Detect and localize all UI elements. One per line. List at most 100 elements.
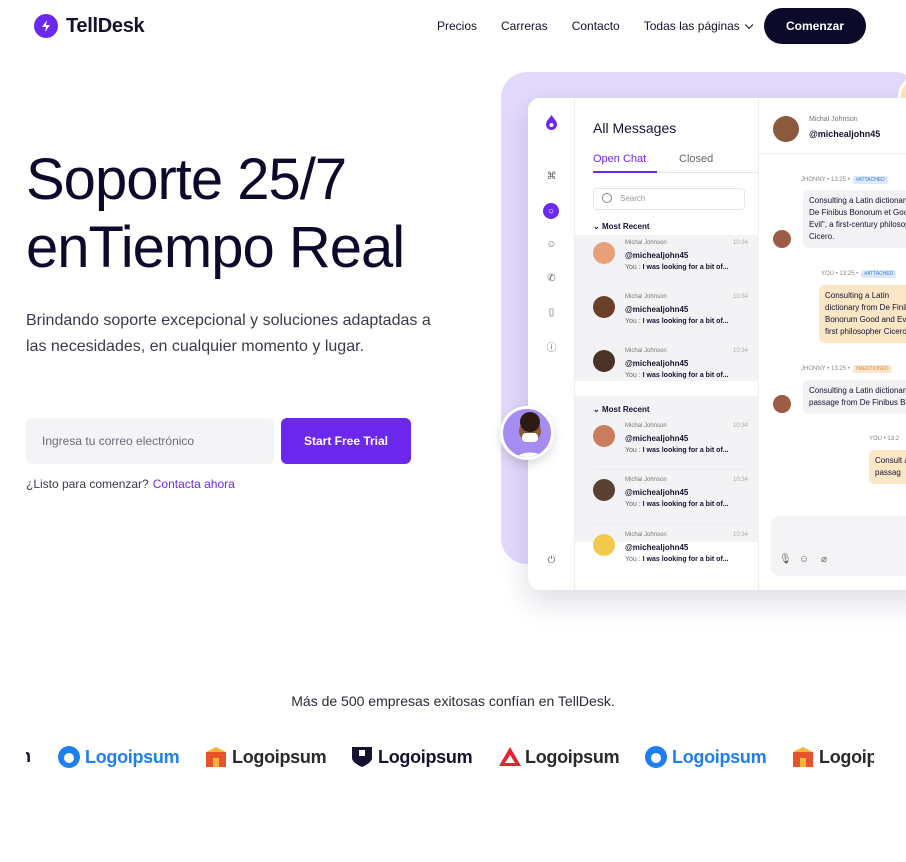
- nav-link-carreras[interactable]: Carreras: [501, 19, 548, 33]
- list-item[interactable]: Michal Johnson @michealjohn45 You : I wa…: [593, 421, 748, 465]
- red-triangle-icon: [498, 746, 521, 768]
- orange-house-icon: [792, 746, 814, 768]
- partner-logo: Logoipsum: [645, 746, 767, 768]
- mentioned-tag: #MENTIONED: [852, 365, 892, 373]
- email-input[interactable]: [26, 418, 274, 464]
- avatar: [593, 350, 615, 372]
- avatar: [593, 296, 615, 318]
- tab-closed[interactable]: Closed: [679, 153, 713, 165]
- info-icon[interactable]: ⓘ: [545, 340, 558, 354]
- chat-header: Michal Johnson @michealjohn45: [759, 98, 906, 154]
- contact-name: Michal Johnson: [625, 423, 667, 429]
- avatar: [773, 116, 799, 142]
- hero-title-line2a: en: [26, 215, 90, 280]
- avatar: [773, 230, 791, 248]
- partner-logo: Logoipsum: [205, 746, 327, 768]
- floating-avatar: [500, 406, 554, 460]
- section-label: Most Recent: [601, 405, 650, 414]
- message-meta: JHONNY • 13:25 • #ATTACHED: [801, 176, 888, 184]
- message-list-panel: All Messages Open Chat Closed Search ⌄ M…: [575, 98, 759, 590]
- preview-text: I was looking for a bit of...: [642, 264, 729, 271]
- dark-shield-icon: [351, 746, 373, 768]
- brand-logo[interactable]: TellDesk: [34, 14, 145, 38]
- chat-panel: Michal Johnson @michealjohn45 JHONNY • 1…: [759, 98, 906, 590]
- meta-text: JHONNY • 13:25 •: [801, 177, 850, 183]
- message-search-input[interactable]: Search: [593, 188, 745, 210]
- nav-link-contacto[interactable]: Contacto: [572, 19, 620, 33]
- grid-icon[interactable]: ⌘: [545, 170, 558, 183]
- preview-text: I was looking for a bit of...: [642, 447, 729, 454]
- message-preview: You : I was looking for a bit of...: [625, 501, 729, 508]
- contact-name: Michal Johnson: [625, 240, 667, 246]
- brand-name: TellDesk: [66, 14, 145, 37]
- avatar: [593, 479, 615, 501]
- contact-name: Michal Johnson: [625, 477, 667, 483]
- logo-label: Logoipsum: [232, 746, 327, 767]
- contact-handle: @michealjohn45: [625, 359, 689, 368]
- list-item[interactable]: Michal Johnson @michealjohn45 You : I wa…: [593, 238, 748, 282]
- attached-tag: #ATTACHED: [852, 176, 888, 184]
- all-messages-title: All Messages: [593, 120, 677, 136]
- blue-circle-icon: [58, 746, 80, 768]
- section-most-recent-1[interactable]: ⌄ Most Recent: [593, 222, 650, 231]
- preview-text: I was looking for a bit of...: [642, 318, 729, 325]
- outgoing-bubble: Consult a passag: [869, 450, 906, 484]
- logo-label: Logoipsum: [85, 746, 180, 767]
- chat-input[interactable]: 🎙 ☺ ⌀: [771, 516, 906, 576]
- list-item[interactable]: Michal Johnson @michealjohn45 You : I wa…: [593, 475, 748, 519]
- partner-logo: n: [26, 746, 31, 767]
- list-item[interactable]: Michal Johnson @michealjohn45 You : I wa…: [593, 346, 748, 390]
- meta-text: YOU • 13:25 •: [821, 271, 859, 277]
- nav-cta-button[interactable]: Comenzar: [764, 8, 866, 44]
- message-preview: You : I was looking for a bit of...: [625, 318, 729, 325]
- tab-open-chat[interactable]: Open Chat: [593, 153, 646, 165]
- contact-handle: @michealjohn45: [625, 434, 689, 443]
- bookmark-icon[interactable]: ▯: [545, 306, 558, 319]
- attached-tag: #ATTACHED: [861, 270, 897, 278]
- message-time: 10:34: [732, 477, 748, 483]
- preview-you: You :: [625, 556, 641, 563]
- start-trial-button[interactable]: Start Free Trial: [281, 418, 411, 464]
- contact-link[interactable]: Contacta ahora: [153, 477, 235, 491]
- outgoing-bubble: Consulting a Latin dictionary from De Fi…: [819, 285, 906, 343]
- partner-logo: Logoipsum: [351, 746, 473, 768]
- contact-handle: @michealjohn45: [625, 251, 689, 260]
- nav-link-precios[interactable]: Precios: [437, 19, 477, 33]
- preview-text: I was looking for a bit of...: [642, 501, 729, 508]
- attachment-icon[interactable]: ⌀: [821, 554, 827, 565]
- section-most-recent-2[interactable]: ⌄ Most Recent: [593, 405, 650, 414]
- incoming-bubble: Consulting a Latin dictionary passage fr…: [803, 380, 906, 414]
- message-preview: You : I was looking for a bit of...: [625, 447, 729, 454]
- incoming-bubble: Consulting a Latin dictionary from De Fi…: [803, 190, 906, 248]
- preview-you: You :: [625, 447, 641, 454]
- contact-handle: @michealjohn45: [625, 305, 689, 314]
- avatar: [593, 425, 615, 447]
- blue-circle-icon: [645, 746, 667, 768]
- chevron-down-icon: [744, 20, 754, 30]
- preview-text: I was looking for a bit of...: [642, 556, 729, 563]
- list-item[interactable]: Michal Johnson @michealjohn45 You : I wa…: [593, 292, 748, 336]
- preview-you: You :: [625, 264, 641, 271]
- chat-contact-handle: @michealjohn45: [809, 129, 881, 139]
- navbar: TellDesk Precios Carreras Contacto Todas…: [0, 0, 906, 52]
- contact-name: Michal Johnson: [625, 294, 667, 300]
- emoji-icon[interactable]: ☺: [799, 554, 809, 565]
- trust-text: Más de 500 empresas exitosas confían en …: [291, 693, 615, 709]
- chat-icon[interactable]: ○: [543, 203, 559, 219]
- users-icon[interactable]: ☺: [545, 238, 558, 251]
- contact-handle: @michealjohn45: [625, 543, 689, 552]
- message-meta: YOU • 13:2: [869, 436, 900, 442]
- list-item[interactable]: Michal Johnson @michealjohn45 You : I wa…: [593, 530, 748, 574]
- chat-contact-name: Michal Johnson: [809, 116, 858, 123]
- nav-dropdown-pages[interactable]: Todas las páginas: [644, 19, 754, 33]
- preview-you: You :: [625, 372, 641, 379]
- logo-label: Logoip: [819, 746, 874, 767]
- message-time: 10:34: [732, 348, 748, 354]
- drop-logo-icon: [545, 115, 558, 130]
- orange-house-icon: [205, 746, 227, 768]
- ready-text: ¿Listo para comenzar?: [26, 477, 149, 491]
- power-icon[interactable]: ⏻: [545, 554, 558, 567]
- tab-active-indicator: [593, 171, 657, 173]
- phone-icon[interactable]: ✆: [545, 272, 558, 285]
- microphone-icon[interactable]: 🎙: [779, 554, 792, 565]
